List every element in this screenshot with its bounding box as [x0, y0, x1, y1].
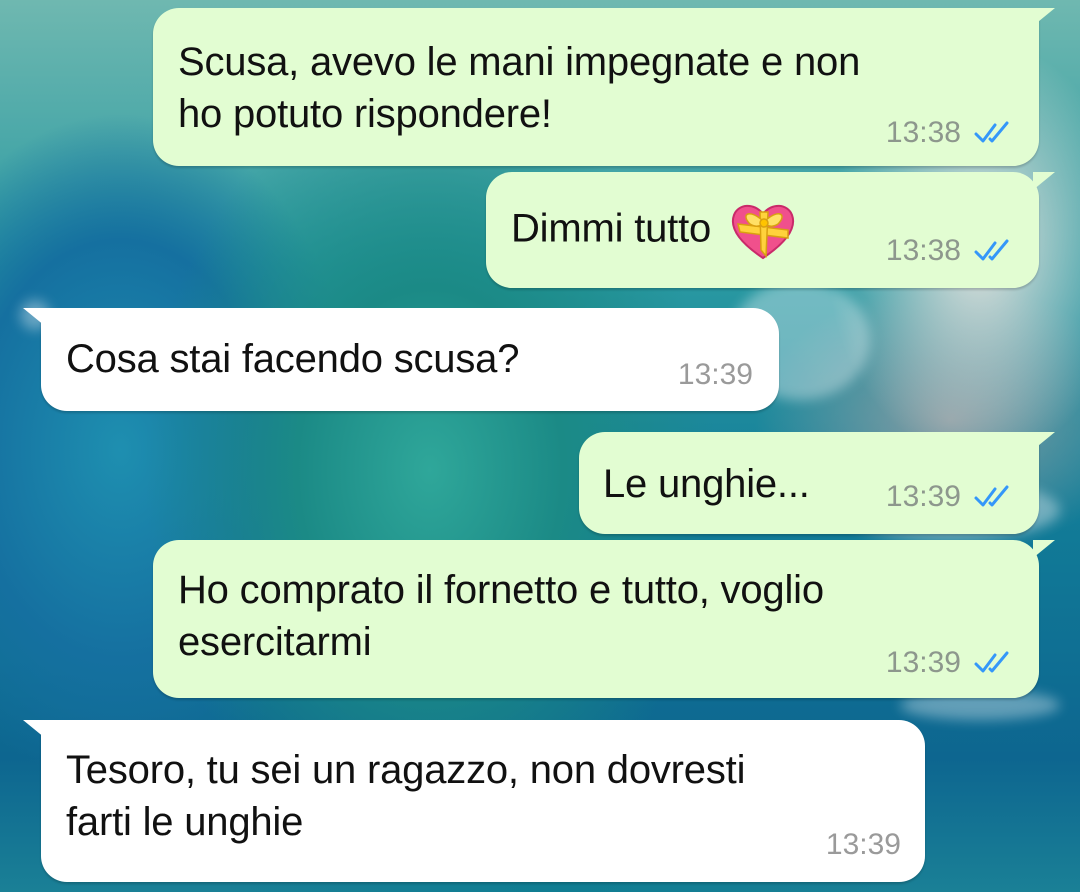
message-meta: 13:38: [886, 234, 1017, 268]
message-line: esercitarmi: [178, 620, 372, 664]
message-text: Cosa stai facendo scusa?: [66, 333, 519, 385]
message-meta: 13:39: [678, 358, 753, 392]
message-bubble-outgoing[interactable]: Dimmi tutto 13:38: [486, 172, 1055, 288]
message-line: Le unghie...: [603, 462, 810, 506]
message-text: Le unghie...: [603, 458, 810, 510]
message-meta: 13:39: [886, 646, 1017, 680]
message-text: Dimmi tutto: [511, 200, 798, 262]
message-time: 13:39: [885, 480, 961, 513]
message-bubble-outgoing[interactable]: Ho comprato il fornetto e tutto, voglio …: [153, 540, 1055, 698]
message-line: Ho comprato il fornetto e tutto, voglio: [178, 568, 824, 612]
double-check-icon: [974, 651, 1009, 673]
double-check-icon: [974, 239, 1009, 261]
message-text: Scusa, avevo le mani impegnate e non ho …: [178, 36, 860, 140]
message-line: Tesoro, tu sei un ragazzo, non dovresti: [66, 748, 746, 792]
message-time: 13:38: [885, 116, 961, 149]
message-bubble-outgoing[interactable]: Scusa, avevo le mani impegnate e non ho …: [153, 8, 1055, 166]
message-text: Tesoro, tu sei un ragazzo, non dovresti …: [66, 744, 745, 848]
message-text: Ho comprato il fornetto e tutto, voglio …: [178, 564, 824, 668]
message-bubble-incoming[interactable]: Cosa stai facendo scusa? 13:39: [23, 308, 779, 411]
double-check-icon: [974, 121, 1009, 143]
message-line: farti le unghie: [66, 800, 304, 844]
heart-with-ribbon-emoji: [731, 204, 794, 260]
message-meta: 13:39: [826, 828, 901, 862]
message-bubble-outgoing[interactable]: Le unghie... 13:39: [579, 432, 1055, 534]
message-time: 13:39: [825, 828, 901, 861]
message-bubble-incoming[interactable]: Tesoro, tu sei un ragazzo, non dovresti …: [23, 720, 925, 882]
message-time: 13:39: [885, 646, 961, 679]
message-time: 13:39: [677, 358, 753, 391]
message-line: Cosa stai facendo scusa?: [66, 337, 520, 381]
message-meta: 13:39: [886, 480, 1017, 514]
message-time: 13:38: [885, 234, 961, 267]
message-line: Scusa, avevo le mani impegnate e non: [178, 40, 861, 84]
message-line: ho potuto rispondere!: [178, 92, 552, 136]
double-check-icon: [974, 485, 1009, 507]
message-meta: 13:38: [886, 116, 1017, 150]
message-line: Dimmi tutto: [511, 206, 712, 251]
